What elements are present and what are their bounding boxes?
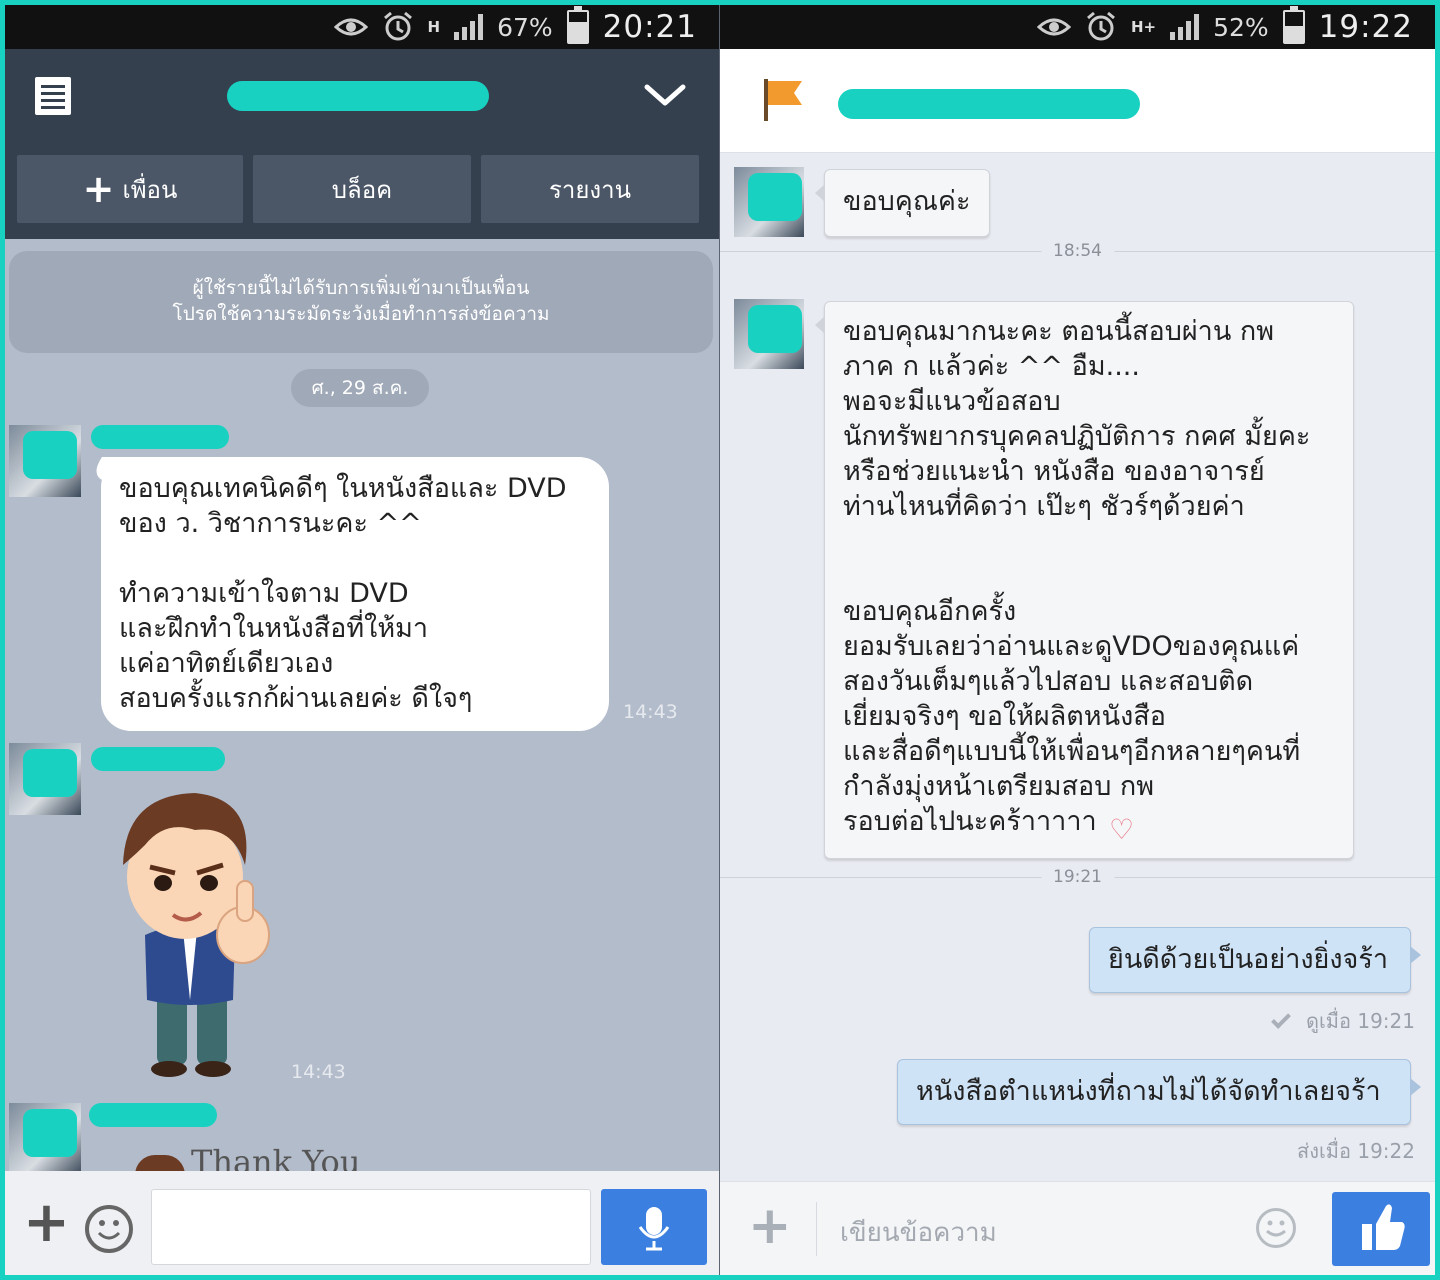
sent-message-bubble[interactable]: ยินดีด้วยเป็นอย่างยิ่งจร้า (1089, 927, 1421, 993)
avatar[interactable] (734, 167, 804, 237)
block-button[interactable]: บล็อค (253, 155, 471, 223)
time-separator: 19:21 (720, 867, 1435, 887)
battery-percent: 67% (497, 12, 553, 42)
avatar[interactable] (9, 425, 81, 497)
plus-icon[interactable]: + (23, 1195, 70, 1251)
action-bar: + เพื่อน บล็อค รายงาน (17, 155, 707, 223)
read-time: ดูเมื่อ 19:21 (1305, 1009, 1415, 1033)
avatar[interactable] (734, 299, 804, 369)
chat-header: + เพื่อน บล็อค รายงาน (5, 49, 719, 239)
stranger-warning: ผู้ใช้รายนี้ไม่ได้รับการเพิ่มเข้ามาเป็นเ… (9, 251, 713, 353)
avatar[interactable] (9, 743, 81, 815)
eye-icon (1036, 16, 1071, 38)
alarm-icon (1085, 11, 1117, 43)
message-input[interactable] (151, 1189, 591, 1265)
heart-icon: ♡ (1109, 813, 1135, 846)
message-bubble[interactable]: ขอบคุณมากนะคะ ตอนนี้สอบผ่าน กพ ภาค ก แล้… (815, 301, 1354, 859)
report-button[interactable]: รายงาน (481, 155, 699, 223)
message-composer: + เขียนข้อความ (720, 1181, 1435, 1275)
thumbs-up-icon (1362, 1204, 1405, 1250)
network-type: H+ (1130, 18, 1157, 36)
clock: 19:22 (1318, 9, 1413, 45)
avatar[interactable] (9, 1103, 81, 1175)
left-chat-screen: H 67% 20:21 + เพื่อน บล็อค รายงาน ผู้ใช้… (5, 5, 719, 1275)
menu-icon[interactable] (35, 77, 71, 115)
chat-title-redacted (227, 81, 489, 111)
add-friend-label: เพื่อน (122, 175, 178, 204)
report-label: รายงาน (548, 175, 632, 204)
clock: 20:21 (602, 9, 697, 45)
chat-header (720, 49, 1435, 153)
warning-line-2: โปรดใช้ความระมัดระวังเมื่อทำการส่งข้อควา… (172, 303, 550, 325)
chat-title-redacted (838, 89, 1140, 119)
screenshot-frame: H 67% 20:21 + เพื่อน บล็อค รายงาน ผู้ใช้… (5, 5, 1435, 1275)
check-icon (1271, 1009, 1291, 1029)
thumbs-up-man-sticker[interactable] (105, 785, 275, 1085)
emoji-icon[interactable] (1256, 1208, 1296, 1248)
plus-icon: + (82, 167, 115, 211)
date-chip: ศ., 29 ส.ค. (291, 369, 429, 407)
mic-button[interactable] (601, 1189, 707, 1265)
battery-icon (1282, 6, 1305, 44)
separator-time: 18:54 (1041, 241, 1114, 261)
alarm-icon (382, 11, 414, 43)
message-time: 14:43 (623, 701, 678, 723)
message-bubble[interactable]: ขอบคุณเทคนิคดีๆ ในหนังสือและ DVD ของ ว. … (101, 457, 609, 731)
time-separator: 18:54 (720, 241, 1435, 261)
microphone-icon (638, 1207, 670, 1251)
status-bar: H 67% 20:21 (5, 5, 719, 49)
sent-time: ส่งเมื่อ 19:22 (1297, 1139, 1415, 1163)
read-receipt: ดูเมื่อ 19:21 (1271, 1005, 1415, 1037)
message-text: ขอบคุณเทคนิคดีๆ ในหนังสือและ DVD ของ ว. … (119, 473, 567, 714)
message-time: 14:43 (291, 1061, 346, 1083)
sender-name-redacted (89, 1103, 217, 1127)
message-text: หนังสือตำแหน่งที่ถามไม่ได้จัดทำเลยจร้า (916, 1076, 1381, 1107)
signal-icon (1170, 14, 1200, 40)
message-text: ขอบคุณค่ะ (843, 186, 971, 217)
block-label: บล็อค (331, 175, 393, 204)
warning-line-1: ผู้ใช้รายนี้ไม่ได้รับการเพิ่มเข้ามาเป็นเ… (192, 277, 530, 299)
message-composer: + (5, 1171, 719, 1275)
battery-icon (566, 6, 589, 44)
battery-percent: 52% (1213, 12, 1269, 42)
add-friend-button[interactable]: + เพื่อน (17, 155, 243, 223)
emoji-icon[interactable] (85, 1205, 133, 1253)
plus-icon[interactable]: + (748, 1200, 792, 1252)
message-input[interactable]: เขียนข้อความ (840, 1212, 997, 1253)
flag-icon[interactable] (762, 77, 806, 123)
separator-time: 19:21 (1041, 867, 1114, 887)
status-bar: H+ 52% 19:22 (720, 5, 1435, 49)
network-type: H (427, 18, 441, 36)
signal-icon (454, 14, 484, 40)
message-text: ยินดีด้วยเป็นอย่างยิ่งจร้า (1108, 944, 1389, 975)
right-chat-screen: H+ 52% 19:22 ขอบคุณค่ะ 18:54 ขอบคุณมากนะ… (720, 5, 1435, 1275)
sender-name-redacted (91, 747, 225, 771)
chevron-down-icon[interactable] (641, 71, 689, 119)
sent-message-bubble[interactable]: หนังสือตำแหน่งที่ถามไม่ได้จัดทำเลยจร้า (897, 1059, 1421, 1125)
eye-icon (333, 16, 368, 38)
like-button[interactable] (1332, 1192, 1430, 1266)
message-text: ขอบคุณมากนะคะ ตอนนี้สอบผ่าน กพ ภาค ก แล้… (843, 316, 1311, 837)
composer-divider (816, 1202, 817, 1256)
sender-name-redacted (91, 425, 229, 449)
message-bubble[interactable]: ขอบคุณค่ะ (815, 169, 990, 237)
